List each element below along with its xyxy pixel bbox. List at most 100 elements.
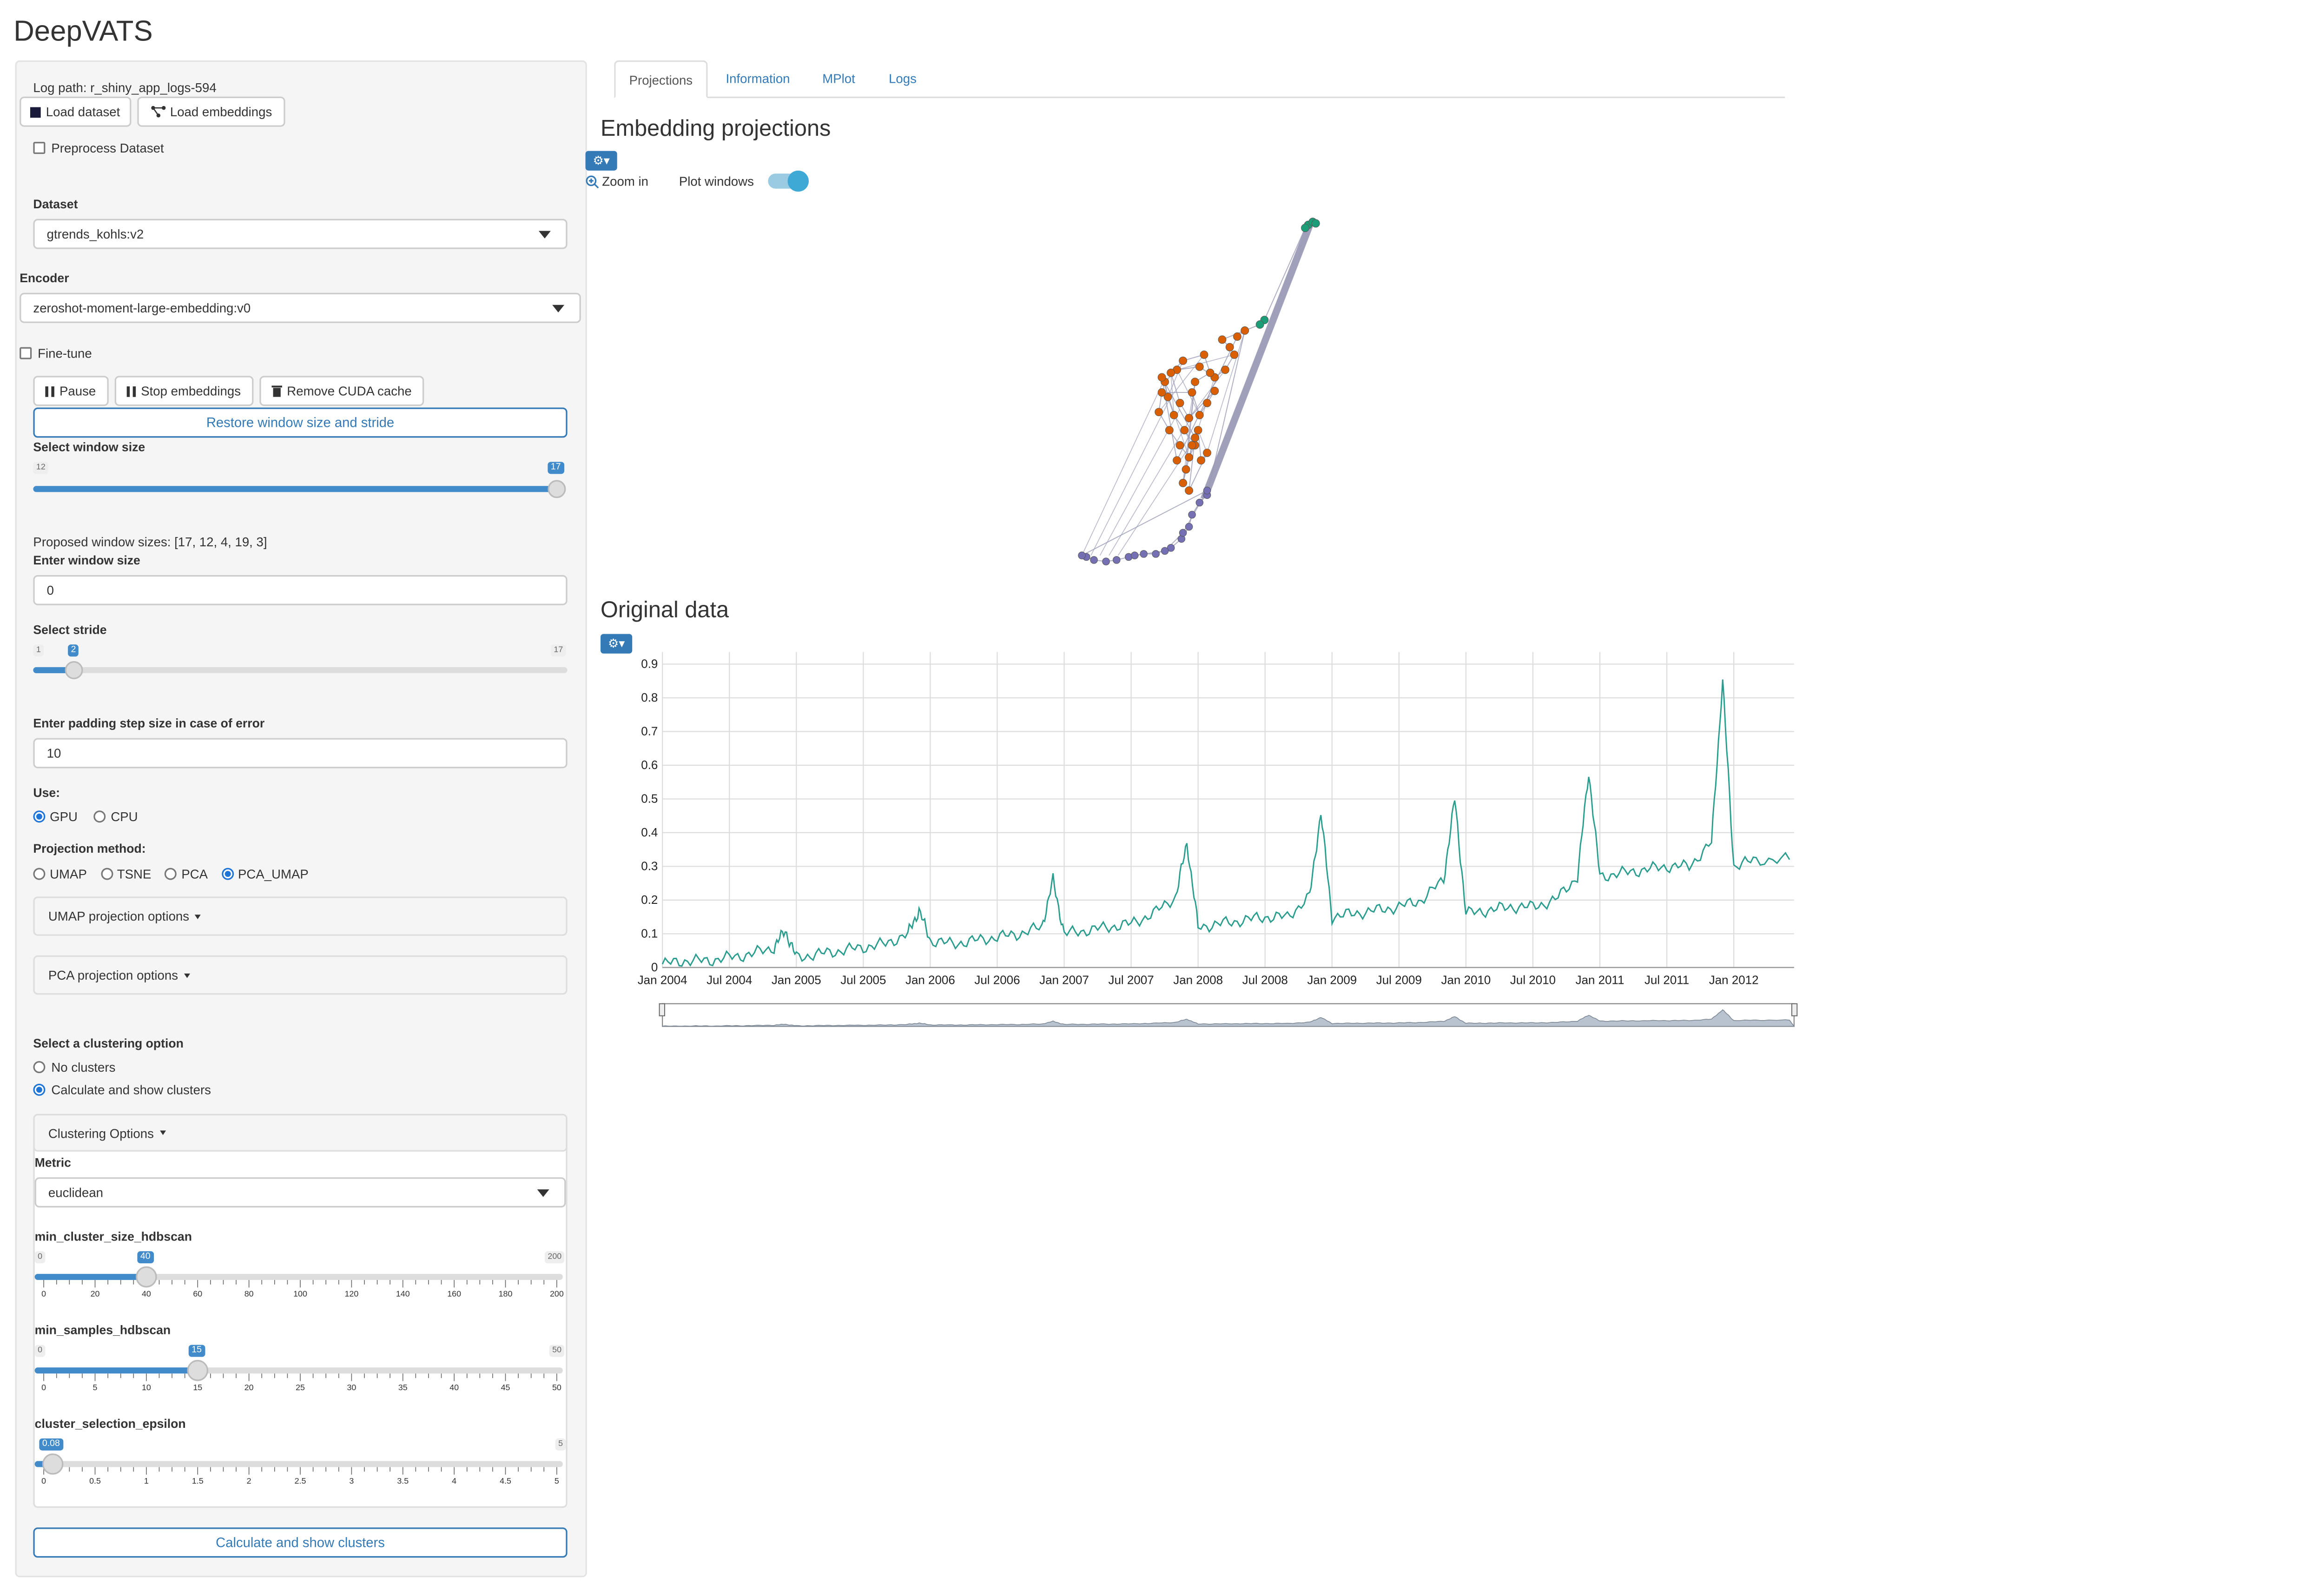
projection-edge — [1204, 225, 1311, 498]
pca-umap-radio[interactable] — [221, 868, 234, 880]
encoder-label: Encoder — [20, 272, 69, 285]
projection-point — [1191, 433, 1199, 442]
stop-embeddings-button[interactable]: Stop embeddings — [114, 376, 254, 406]
projection-point — [1175, 398, 1184, 407]
calculate-clusters-button[interactable]: Calculate and show clusters — [33, 1527, 568, 1558]
slider-value: 17 — [548, 462, 564, 474]
trash-icon — [271, 385, 283, 397]
restore-window-button[interactable]: Restore window size and stride — [33, 407, 568, 438]
projection-point — [1188, 388, 1196, 397]
x-tick-label: Jul 2009 — [1376, 973, 1422, 987]
tab-logs[interactable]: Logs — [889, 71, 917, 86]
projection-point — [1078, 551, 1086, 559]
tab-projections[interactable]: Projections — [614, 60, 708, 99]
slider-handle[interactable] — [65, 661, 83, 679]
pause-button[interactable]: Pause — [33, 376, 109, 406]
stride-slider[interactable] — [33, 667, 568, 673]
slider-tick-label: 1.5 — [191, 1478, 204, 1487]
metric-select[interactable]: euclidean — [34, 1177, 566, 1208]
x-tick-label: Jul 2004 — [706, 973, 752, 987]
projection-label: Projection method: — [33, 842, 146, 856]
projections-title: Embedding projections — [601, 116, 831, 142]
original-data-title: Original data — [601, 597, 729, 623]
projection-point — [1311, 219, 1320, 228]
projection-point — [1155, 408, 1163, 417]
slider-tick-label: 20 — [90, 1290, 100, 1300]
projection-point — [1130, 551, 1139, 559]
tab-information[interactable]: Information — [726, 71, 790, 86]
slider-handle[interactable] — [42, 1453, 64, 1475]
y-tick-label: 0.1 — [641, 926, 658, 940]
log-path: Log path: r_shiny_app_logs-594 — [33, 80, 217, 95]
projection-edge — [1201, 225, 1308, 498]
clustering-options-toggle[interactable]: Clustering Options — [33, 1114, 568, 1152]
slider-tick-label: 2 — [246, 1478, 251, 1487]
projection-edge — [1206, 225, 1313, 498]
slider-handle[interactable] — [548, 480, 566, 498]
projection-point — [1255, 320, 1264, 329]
no-clusters-radio[interactable] — [33, 1061, 46, 1074]
chevron-down-icon — [538, 231, 551, 239]
preprocess-checkbox[interactable] — [33, 142, 46, 154]
projection-point — [1221, 365, 1229, 374]
remove-cuda-button[interactable]: Remove CUDA cache — [259, 376, 424, 406]
use-label: Use: — [33, 786, 60, 800]
slider-tick-label: 0 — [41, 1384, 46, 1393]
slider-value: 15 — [188, 1345, 205, 1357]
projection-point — [1179, 478, 1188, 487]
caret-down-icon — [159, 1130, 166, 1135]
projection-point — [1179, 529, 1187, 537]
zoom-in-control[interactable]: Zoom in — [586, 173, 648, 189]
encoder-select[interactable]: zeroshot-moment-large-embedding:v0 — [20, 292, 581, 323]
slider-tick-label: 60 — [193, 1290, 203, 1300]
range-handle-left — [659, 1003, 665, 1016]
y-tick-label: 0 — [651, 960, 658, 974]
projection-point — [1301, 224, 1309, 232]
projection-point — [1225, 343, 1234, 351]
projection-point — [1210, 386, 1219, 395]
plot-windows-toggle[interactable] — [768, 170, 809, 192]
tab-mplot[interactable]: MPlot — [822, 71, 855, 86]
slider-value: 0.08 — [39, 1438, 63, 1451]
graph-icon — [151, 106, 165, 118]
x-tick-label: Jul 2008 — [1242, 973, 1288, 987]
slider-tick-label: 40 — [449, 1384, 459, 1393]
projection-point — [1157, 373, 1166, 382]
slider-handle[interactable] — [187, 1360, 208, 1381]
load-embeddings-button[interactable]: Load embeddings — [137, 96, 285, 127]
embedding-projection-plot[interactable] — [1056, 204, 1358, 581]
finetune-checkbox[interactable] — [20, 347, 32, 359]
padding-input[interactable]: 10 — [33, 738, 568, 769]
window-size-input[interactable]: 0 — [33, 575, 568, 605]
x-tick-label: Jul 2010 — [1510, 973, 1556, 987]
zoom-in-icon — [586, 174, 599, 188]
pca-radio[interactable] — [165, 868, 177, 880]
original-data-chart[interactable]: 0 0.1 0.2 0.3 0.4 0.5 0.6 0.7 0.8 0.9 Jan 2004 Jul … — [604, 649, 1811, 1041]
projection-point — [1165, 426, 1174, 435]
projection-point — [1194, 426, 1202, 435]
pca-options-toggle[interactable]: PCA projection options — [33, 955, 568, 995]
clustering-options-panel — [33, 1114, 568, 1508]
projection-point — [1203, 448, 1211, 457]
x-tick-label: Jan 2006 — [905, 973, 955, 987]
padding-label: Enter padding step size in case of error — [33, 716, 265, 731]
umap-options-toggle[interactable]: UMAP projection options — [33, 896, 568, 936]
preprocess-label: Preprocess Dataset — [51, 140, 164, 156]
cpu-radio[interactable] — [94, 810, 106, 823]
tsne-radio[interactable] — [100, 868, 113, 880]
slider-fill — [33, 486, 560, 492]
projection-edge — [1081, 385, 1162, 556]
slider-tick-label: 0 — [41, 1290, 46, 1300]
dataset-select[interactable]: gtrends_kohls:v2 — [33, 219, 568, 249]
epsilon-slider[interactable] — [34, 1461, 563, 1467]
projection-edge — [1207, 225, 1314, 498]
gear-icon[interactable]: ⚙▾ — [585, 151, 617, 171]
projection-point — [1203, 486, 1211, 495]
show-clusters-radio[interactable] — [33, 1083, 46, 1096]
umap-radio[interactable] — [33, 868, 46, 880]
slider-handle[interactable] — [136, 1266, 157, 1288]
gpu-radio[interactable] — [33, 810, 46, 823]
load-dataset-button[interactable]: Load dataset — [20, 96, 132, 127]
x-tick-label: Jan 2005 — [772, 973, 821, 987]
y-tick-label: 0.8 — [641, 690, 658, 704]
